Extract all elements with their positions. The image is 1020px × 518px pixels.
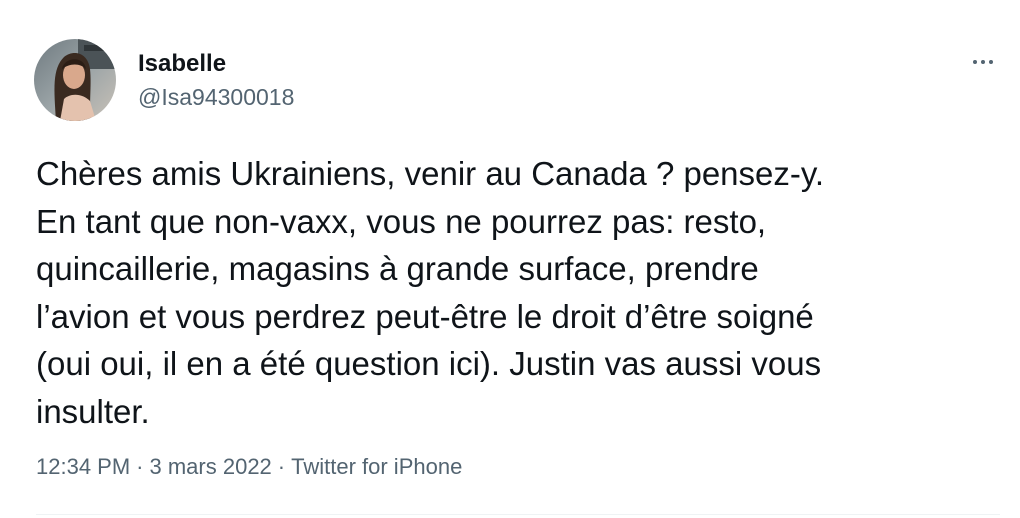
display-name[interactable]: Isabelle — [138, 50, 226, 78]
tweet-time[interactable]: 12:34 PM — [36, 454, 130, 479]
separator: · — [136, 454, 144, 479]
more-horizontal-icon-dot — [981, 60, 985, 64]
tweet-text: Chères amis Ukrainiens, venir au Canada … — [36, 155, 825, 430]
tweet-card: Isabelle @Isa94300018 Chères amis Ukrain… — [0, 0, 1020, 518]
tweet-date[interactable]: 3 mars 2022 — [150, 454, 272, 479]
tweet-source[interactable]: Twitter for iPhone — [291, 454, 462, 479]
avatar-photo — [34, 39, 116, 121]
tweet-metadata: 12:34 PM · 3 mars 2022 · Twitter for iPhone — [36, 454, 462, 480]
avatar[interactable] — [34, 39, 116, 121]
user-handle[interactable]: @Isa94300018 — [138, 84, 294, 111]
separator: · — [277, 454, 286, 479]
divider — [36, 514, 1000, 515]
more-options-button[interactable] — [966, 50, 1000, 74]
more-horizontal-icon-dot — [989, 60, 993, 64]
more-horizontal-icon — [973, 60, 977, 64]
